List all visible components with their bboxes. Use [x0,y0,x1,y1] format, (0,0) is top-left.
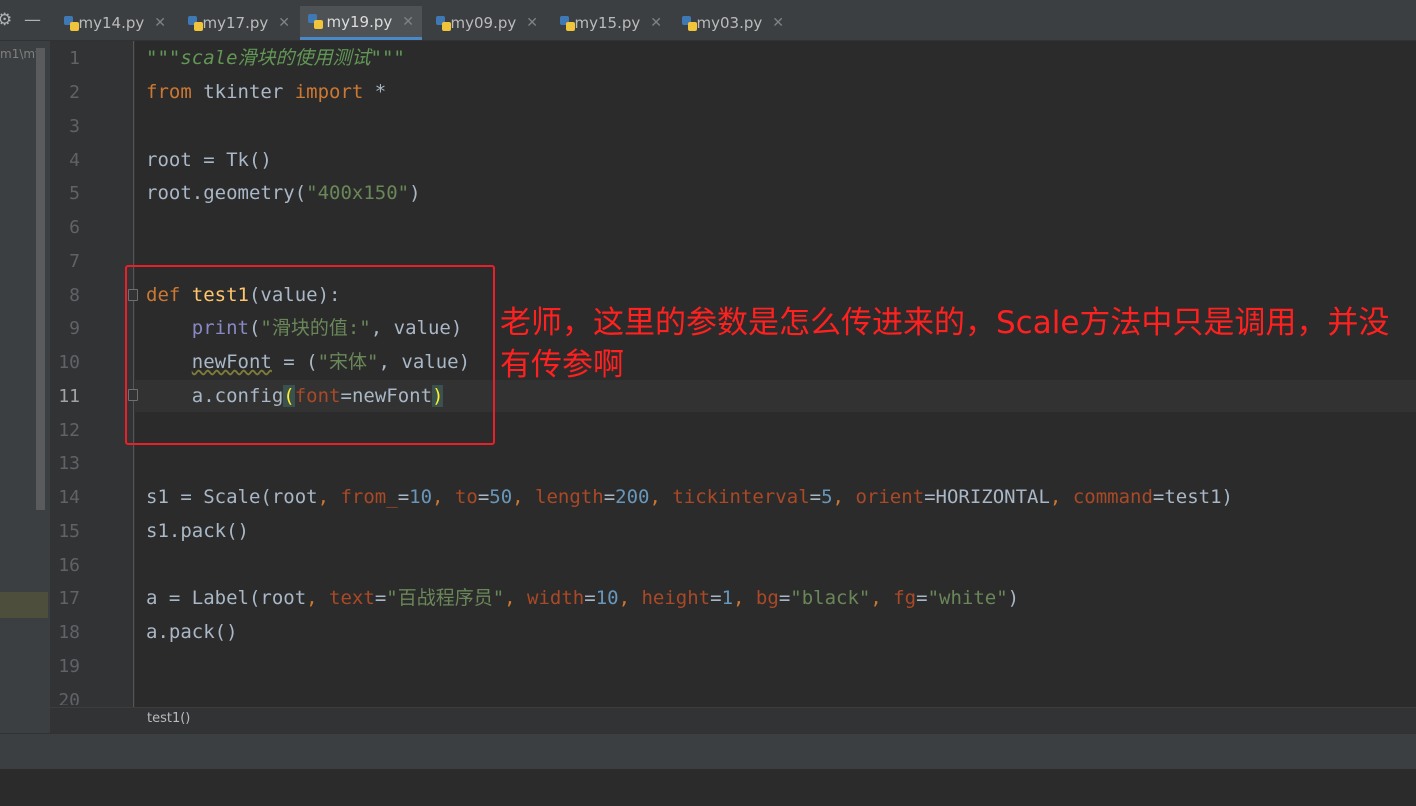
close-icon[interactable]: ✕ [154,15,166,31]
tab-label: my03.py [696,14,763,32]
line-number: 16 [58,555,80,576]
python-file-icon [188,15,203,31]
python-file-icon [436,15,451,31]
tab-label: my09.py [450,14,517,32]
tab-my14[interactable]: my14.py ✕ [56,6,174,40]
line-number: 14 [58,487,80,508]
annotation-text: 老师，这里的参数是怎么传进来的，Scale方法中只是调用，并没有传参啊 [500,305,1390,383]
line-number: 13 [58,453,80,474]
code-line-5[interactable]: root.geometry("400x150") [146,181,421,205]
code-line-4[interactable]: root = Tk() [146,148,272,172]
line-number: 9 [69,318,80,339]
code-line-14[interactable]: s1 = Scale(root, from_=10, to=50, length… [146,485,1233,509]
line-number-current: 11 [58,386,80,407]
line-number: 15 [58,521,80,542]
line-number: 18 [58,622,80,643]
line-number: 2 [69,82,80,103]
python-file-icon [682,15,697,31]
line-number: 1 [69,48,80,69]
python-file-icon [64,15,79,31]
code-line-2[interactable]: from tkinter import * [146,80,386,104]
line-number: 10 [58,352,80,373]
tab-my03[interactable]: my03.py ✕ [674,6,792,40]
close-icon[interactable]: ✕ [278,15,290,31]
project-scrollbar[interactable] [36,48,45,510]
line-number: 8 [69,285,80,306]
code-line-15[interactable]: s1.pack() [146,519,249,543]
code-line-18[interactable]: a.pack() [146,620,238,644]
code-line-17[interactable]: a = Label(root, text="百战程序员", width=10, … [146,586,1019,610]
close-icon[interactable]: ✕ [526,15,538,31]
tab-label: my15.py [574,14,641,32]
tab-my15[interactable]: my15.py ✕ [552,6,670,40]
line-number: 7 [69,251,80,272]
line-number: 6 [69,217,80,238]
close-icon[interactable]: ✕ [402,14,414,30]
python-file-icon [308,14,323,29]
close-icon[interactable]: ✕ [650,15,662,31]
line-number: 4 [69,150,80,171]
line-number: 3 [69,116,80,137]
minimize-icon[interactable]: — [24,12,41,29]
annotation-highlight-box [125,265,495,445]
line-number: 20 [58,690,80,705]
tab-my17[interactable]: my17.py ✕ [180,6,298,40]
line-number: 5 [69,183,80,204]
status-bar [0,733,1416,769]
gear-icon[interactable]: ⚙ [0,12,12,29]
close-icon[interactable]: ✕ [772,15,784,31]
breadcrumb-bar [50,707,1416,734]
tab-label: my14.py [78,14,145,32]
code-line-1[interactable]: """scale滑块的使用测试""" [146,46,405,70]
tab-label: my19.py [326,12,393,31]
python-file-icon [560,15,575,31]
line-number: 17 [58,588,80,609]
bottom-area [0,769,1416,806]
editor-tab-bar: ⚙ — my14.py ✕ my17.py ✕ my19.py ✕ my09.p… [0,0,1416,41]
tab-label: my17.py [202,14,269,32]
line-number: 12 [58,420,80,441]
project-selected-row[interactable] [0,592,48,618]
tab-my19[interactable]: my19.py ✕ [300,6,422,40]
tab-my09[interactable]: my09.py ✕ [428,6,546,40]
line-number: 19 [58,656,80,677]
breadcrumb[interactable]: test1() [147,711,190,726]
